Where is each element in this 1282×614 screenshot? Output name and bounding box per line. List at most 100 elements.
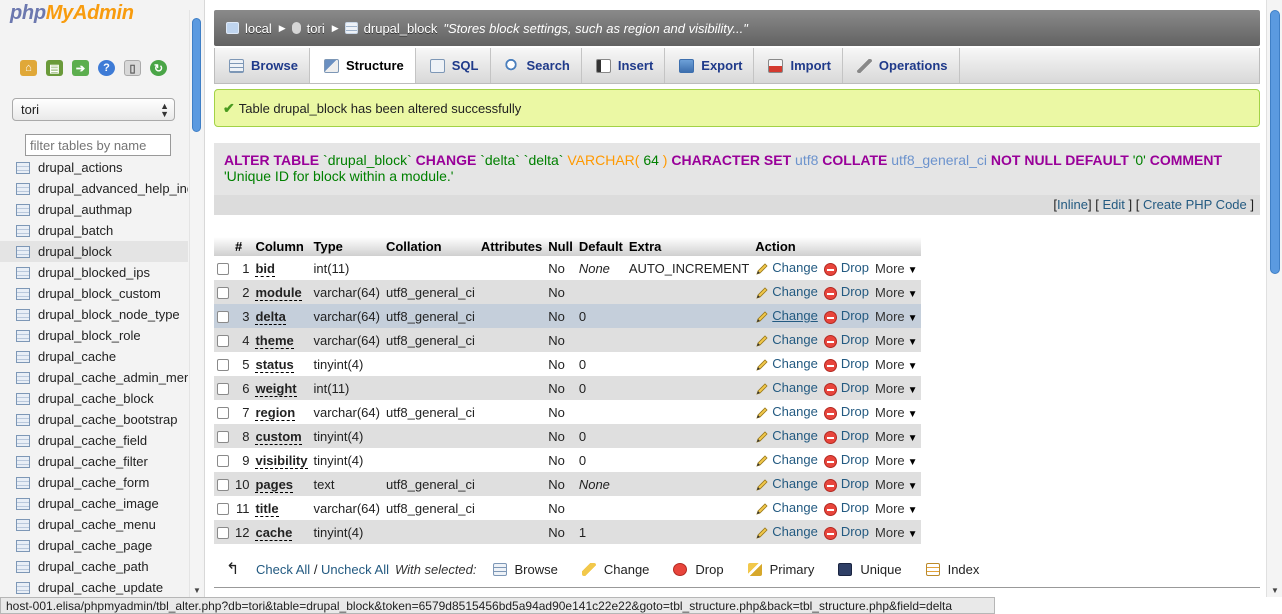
tab-import[interactable]: Import	[754, 48, 843, 83]
column-name[interactable]: status	[255, 356, 294, 373]
change-action[interactable]: Change	[755, 284, 818, 299]
table-list-item[interactable]: drupal_block	[0, 241, 188, 262]
change-action[interactable]: Change	[755, 356, 818, 371]
filter-tables-input[interactable]	[25, 134, 171, 156]
home-icon[interactable]: ⌂	[20, 60, 37, 76]
drop-action[interactable]: Drop	[823, 428, 869, 444]
drop-action[interactable]: Drop	[823, 332, 869, 348]
documentation-icon[interactable]: ▯	[124, 60, 141, 76]
drop-action[interactable]: Drop	[823, 284, 869, 300]
uncheck-all-link[interactable]: Uncheck All	[321, 562, 389, 577]
column-name[interactable]: custom	[255, 428, 302, 445]
table-list-item[interactable]: drupal_actions	[0, 157, 188, 178]
breadcrumb-database[interactable]: tori	[291, 21, 325, 36]
table-icon[interactable]	[16, 455, 30, 468]
more-dropdown[interactable]: More ▼	[875, 477, 918, 492]
tab-operations[interactable]: Operations	[843, 48, 960, 83]
table-icon[interactable]	[16, 161, 30, 174]
row-checkbox[interactable]	[217, 407, 229, 420]
table-icon[interactable]	[16, 476, 30, 489]
column-name[interactable]: title	[255, 500, 279, 517]
drop-action[interactable]: Drop	[823, 260, 869, 276]
change-action[interactable]: Change	[755, 476, 818, 491]
change-action[interactable]: Change	[755, 500, 818, 515]
table-list-item[interactable]: drupal_cache_bootstrap	[0, 409, 188, 430]
page-scrollbar[interactable]: ▼	[1266, 0, 1282, 597]
more-dropdown[interactable]: More ▼	[875, 453, 918, 468]
drop-action[interactable]: Drop	[823, 356, 869, 372]
table-icon[interactable]	[16, 329, 30, 342]
more-dropdown[interactable]: More ▼	[875, 309, 918, 324]
table-icon[interactable]	[16, 224, 30, 237]
drop-action[interactable]: Drop	[823, 500, 869, 516]
table-list-item[interactable]: drupal_blocked_ips	[0, 262, 188, 283]
table-icon[interactable]	[16, 434, 30, 447]
more-dropdown[interactable]: More ▼	[875, 261, 918, 276]
scroll-down-arrow-icon[interactable]: ▼	[193, 586, 201, 595]
table-list-item[interactable]: drupal_block_role	[0, 325, 188, 346]
table-icon[interactable]	[16, 245, 30, 258]
table-list-item[interactable]: drupal_batch	[0, 220, 188, 241]
help-icon[interactable]: ?	[98, 60, 115, 76]
table-icon[interactable]	[16, 266, 30, 279]
table-list-item[interactable]: drupal_cache_form	[0, 472, 188, 493]
column-name[interactable]: bid	[255, 260, 275, 277]
table-list-item[interactable]: drupal_cache	[0, 346, 188, 367]
table-icon[interactable]	[16, 497, 30, 510]
page-scrollbar-thumb[interactable]	[1270, 10, 1280, 274]
change-action[interactable]: Change	[755, 260, 818, 275]
column-name[interactable]: pages	[255, 476, 294, 493]
table-icon[interactable]	[16, 350, 30, 363]
more-dropdown[interactable]: More ▼	[875, 501, 918, 516]
table-icon[interactable]	[16, 518, 30, 531]
row-checkbox[interactable]	[217, 383, 229, 396]
with-selected-drop-button[interactable]: Drop	[673, 562, 724, 577]
row-checkbox[interactable]	[217, 431, 229, 444]
more-dropdown[interactable]: More ▼	[875, 381, 918, 396]
more-dropdown[interactable]: More ▼	[875, 357, 918, 372]
more-dropdown[interactable]: More ▼	[875, 285, 918, 300]
change-action[interactable]: Change	[755, 452, 818, 467]
table-icon[interactable]	[16, 287, 30, 300]
table-list-item[interactable]: drupal_block_node_type	[0, 304, 188, 325]
table-icon[interactable]	[16, 581, 30, 594]
row-checkbox[interactable]	[217, 359, 229, 372]
row-checkbox[interactable]	[217, 479, 229, 492]
table-list-item[interactable]: drupal_advanced_help_index	[0, 178, 188, 199]
inline-edit-link[interactable]: Inline	[1057, 197, 1088, 212]
more-dropdown[interactable]: More ▼	[875, 333, 918, 348]
row-checkbox[interactable]	[217, 455, 229, 468]
table-list-item[interactable]: drupal_cache_update	[0, 577, 188, 597]
column-name[interactable]: cache	[255, 524, 293, 541]
table-icon[interactable]	[16, 203, 30, 216]
table-icon[interactable]	[16, 560, 30, 573]
row-checkbox[interactable]	[217, 527, 229, 540]
with-selected-primary-button[interactable]: Primary	[747, 562, 814, 577]
tab-sql[interactable]: SQL	[416, 48, 491, 83]
more-dropdown[interactable]: More ▼	[875, 429, 918, 444]
drop-action[interactable]: Drop	[823, 524, 869, 540]
row-checkbox[interactable]	[217, 287, 229, 300]
more-dropdown[interactable]: More ▼	[875, 525, 918, 540]
with-selected-index-button[interactable]: Index	[925, 562, 979, 577]
table-list-item[interactable]: drupal_cache_path	[0, 556, 188, 577]
table-list-item[interactable]: drupal_cache_filter	[0, 451, 188, 472]
more-dropdown[interactable]: More ▼	[875, 405, 918, 420]
table-list-item[interactable]: drupal_cache_menu	[0, 514, 188, 535]
table-icon[interactable]	[16, 308, 30, 321]
table-list-item[interactable]: drupal_authmap	[0, 199, 188, 220]
column-name[interactable]: weight	[255, 380, 297, 397]
table-icon[interactable]	[16, 182, 30, 195]
reload-icon[interactable]: ↻	[150, 60, 167, 76]
tab-search[interactable]: Search	[491, 48, 582, 83]
with-selected-unique-button[interactable]: Unique	[838, 562, 902, 577]
drop-action[interactable]: Drop	[823, 380, 869, 396]
row-checkbox[interactable]	[217, 503, 229, 516]
change-action[interactable]: Change	[755, 332, 818, 347]
check-all-link[interactable]: Check All	[256, 562, 310, 577]
change-action[interactable]: Change	[755, 428, 818, 443]
column-name[interactable]: delta	[255, 308, 286, 325]
table-icon[interactable]	[16, 539, 30, 552]
change-action[interactable]: Change	[755, 308, 818, 323]
row-checkbox[interactable]	[217, 263, 229, 276]
